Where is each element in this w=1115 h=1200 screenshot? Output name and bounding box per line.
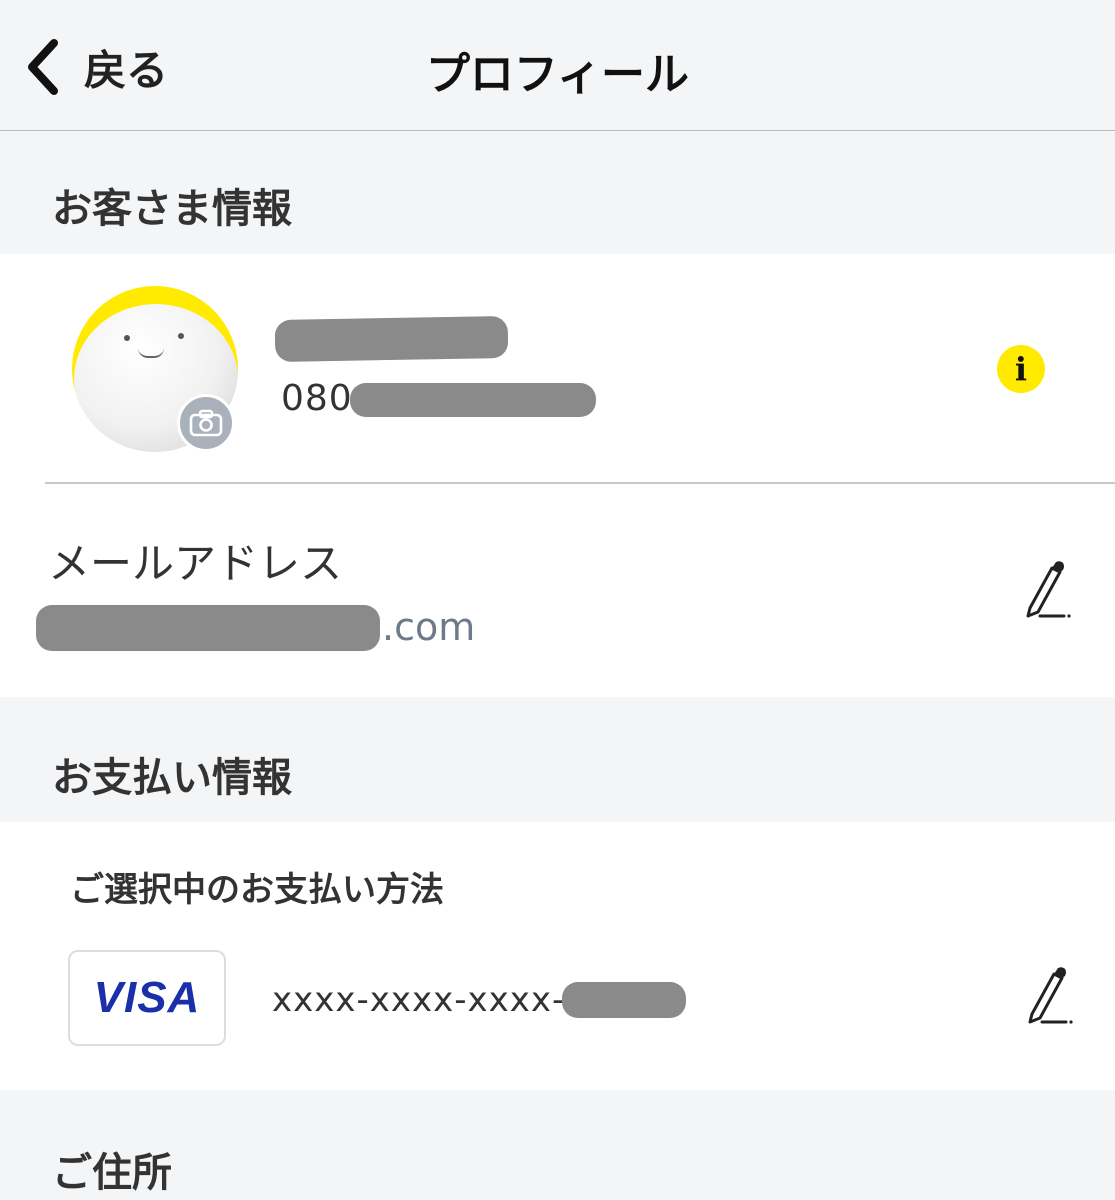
page-title: プロフィール [425,49,690,100]
edit-payment-button[interactable] [1022,964,1074,1028]
email-suffix: .com [382,605,476,649]
redacted-user-name [274,315,509,363]
avatar-eye-right [178,333,184,339]
section-title-address: ご住所 [52,1150,172,1196]
section-title-customer: お客さま情報 [52,186,292,232]
phone-prefix: 080 [281,378,353,419]
redacted-card-digits [562,982,686,1018]
pencil-icon [1028,967,1073,1024]
info-icon[interactable]: i [997,345,1045,393]
avatar-mouth [138,348,164,358]
phone-number: 080 [281,378,353,419]
section-header-address: ご住所 [0,1090,1115,1200]
visa-logo: VISA [68,950,226,1046]
section-title-payment: お支払い情報 [52,755,292,801]
card-brand: VISA [93,973,201,1022]
edit-email-button[interactable] [1020,558,1072,622]
email-label: メールアドレス [48,539,343,588]
section-header-payment: お支払い情報 [0,697,1115,822]
camera-icon [189,409,223,437]
avatar-eye-left [124,335,130,341]
divider [45,482,1115,484]
pencil-icon [1026,561,1071,618]
card-number: xxxx-xxxx-xxxx- [272,980,566,1020]
payment-method-subtitle: ご選択中のお支払い方法 [70,870,444,910]
section-header-customer: お客さま情報 [0,132,1115,254]
navigation-bar: 戻る プロフィール [0,0,1115,131]
redacted-email [36,605,380,651]
redacted-phone-digits [350,383,596,417]
change-photo-button[interactable] [177,394,235,452]
